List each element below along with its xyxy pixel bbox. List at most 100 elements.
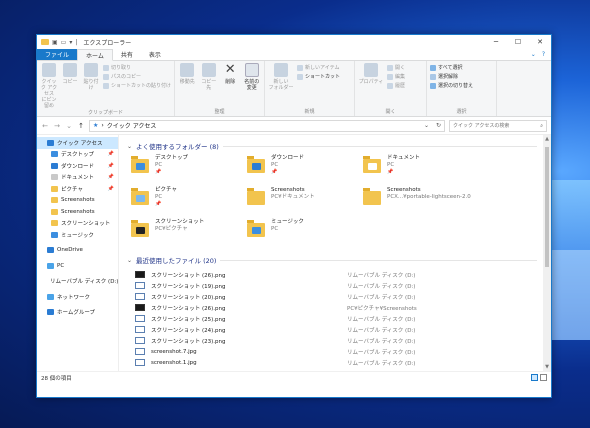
properties-icon[interactable]: ▣ xyxy=(52,39,58,46)
folder-tile[interactable]: ピクチャ PC 📌 xyxy=(131,187,247,215)
address-dropdown-icon[interactable]: ⌄ xyxy=(424,122,429,129)
frequent-folders-header[interactable]: ⌄ よく使用するフォルダー (8) xyxy=(127,141,551,151)
copy-button[interactable]: コピー xyxy=(61,63,79,109)
close-button[interactable]: ✕ xyxy=(529,38,551,46)
nav-item[interactable]: OneDrive xyxy=(37,245,118,257)
history-button[interactable]: 履歴 xyxy=(387,82,405,89)
recent-files-title: 最近使用したファイル (20) xyxy=(136,257,217,265)
scroll-down-icon[interactable]: ▼ xyxy=(543,364,551,370)
pin-quick-access-button[interactable]: クイック アクセス にピン留め xyxy=(40,63,58,109)
cut-button[interactable]: 切り取り xyxy=(103,64,171,71)
nav-item[interactable]: クイック アクセス xyxy=(37,137,118,149)
select-all-button[interactable]: すべて選択 xyxy=(430,64,473,71)
folder-tile[interactable]: Screenshots PCX...¥portable-lightsceen-2.… xyxy=(363,187,479,215)
paste-button[interactable]: 貼り付け xyxy=(82,63,100,109)
maximize-button[interactable]: ☐ xyxy=(507,38,529,46)
file-row[interactable]: スクリーンショット (26).png PC¥ピクチャ¥Screenshots xyxy=(135,302,551,313)
new-folder-icon[interactable]: ▭ xyxy=(61,39,67,46)
search-input[interactable]: クイック アクセスの検索 ⌕ xyxy=(449,119,547,132)
folder-tile[interactable]: スクリーンショット PC¥ピクチャ xyxy=(131,219,247,247)
forward-icon[interactable]: → xyxy=(53,122,61,130)
folder-tile[interactable]: ドキュメント PC 📌 xyxy=(363,155,479,183)
folder-location: PC xyxy=(155,162,163,168)
refresh-icon[interactable]: ↻ xyxy=(436,122,441,129)
details-view-icon[interactable] xyxy=(531,374,538,381)
shortcut-label: ショートカット xyxy=(305,74,341,80)
nav-item-label: ホームグループ xyxy=(57,310,96,317)
shortcut-button[interactable]: ショートカット xyxy=(297,73,340,80)
breadcrumb-chevron-icon[interactable]: › xyxy=(101,122,103,129)
chevron-down-icon[interactable]: ▾ xyxy=(69,39,72,46)
tab-home[interactable]: ホーム xyxy=(77,49,113,61)
file-row[interactable]: スクリーンショット (26).png リムーバブル ディスク (D:) xyxy=(135,269,551,280)
scroll-up-icon[interactable]: ▲ xyxy=(543,136,551,142)
rename-button[interactable]: 名前の 変更 xyxy=(243,63,262,108)
nav-item[interactable]: ミュージック xyxy=(37,229,118,241)
nav-item[interactable]: ピクチャ 📌 xyxy=(37,183,118,195)
file-location: PC¥ピクチャ¥Screenshots xyxy=(347,305,417,312)
recent-files-header[interactable]: ⌄ 最近使用したファイル (20) xyxy=(127,255,551,265)
scrollbar-thumb[interactable] xyxy=(545,147,549,267)
back-icon[interactable]: ← xyxy=(41,122,49,130)
chevron-down-icon[interactable]: ⌄ xyxy=(531,51,536,58)
nav-item[interactable]: ダウンロード 📌 xyxy=(37,160,118,172)
tab-file[interactable]: ファイル xyxy=(37,49,78,60)
file-row[interactable]: screenshot.7.jpg リムーバブル ディスク (D:) xyxy=(135,346,551,357)
file-row[interactable]: スクリーンショット (19).png リムーバブル ディスク (D:) xyxy=(135,280,551,291)
copy-path-button[interactable]: パスのコピー xyxy=(103,73,171,80)
properties-button[interactable]: プロパティ xyxy=(358,63,384,108)
folder-icon xyxy=(131,155,151,175)
nav-item[interactable]: Screenshots xyxy=(37,195,118,207)
paste-shortcut-button[interactable]: ショートカットの貼り付け xyxy=(103,82,171,89)
minimize-button[interactable]: ─ xyxy=(485,38,507,46)
nav-item[interactable]: ドキュメント 📌 xyxy=(37,172,118,184)
folder-tile[interactable]: ダウンロード PC 📌 xyxy=(247,155,363,183)
nav-item[interactable]: スクリーンショット xyxy=(37,218,118,230)
nav-item[interactable]: リムーバブル ディスク (D:) xyxy=(37,276,118,288)
collapse-chevron-icon[interactable]: ⌄ xyxy=(127,257,132,264)
title-bar[interactable]: ▣ ▭ ▾ | エクスプローラー ─ ☐ ✕ xyxy=(37,35,551,49)
nav-item-label: クイック アクセス xyxy=(57,140,103,147)
file-row[interactable]: screenshot.1.jpg リムーバブル ディスク (D:) xyxy=(135,357,551,368)
new-item-button[interactable]: 新しいアイテム xyxy=(297,64,340,71)
file-name: screenshot.1.jpg xyxy=(151,359,197,366)
invert-selection-button[interactable]: 選択の切り替え xyxy=(430,82,473,89)
up-icon[interactable]: ↑ xyxy=(77,122,85,130)
clipboard-group: クイック アクセス にピン留め コピー 貼り付け 切り取り パスのコピー ショー… xyxy=(37,61,175,116)
open-button[interactable]: 開く xyxy=(387,64,405,71)
large-icons-view-icon[interactable] xyxy=(540,374,547,381)
image-file-icon xyxy=(135,304,145,311)
nav-item[interactable]: PC xyxy=(37,260,118,272)
nav-item[interactable]: デスクトップ 📌 xyxy=(37,149,118,161)
collapse-chevron-icon[interactable]: ⌄ xyxy=(127,143,132,150)
nav-item[interactable]: ネットワーク xyxy=(37,291,118,303)
edit-button[interactable]: 編集 xyxy=(387,73,405,80)
folder-tile[interactable]: Screenshots PC¥ドキュメント xyxy=(247,187,363,215)
file-row[interactable]: スクリーンショット (24).png リムーバブル ディスク (D:) xyxy=(135,324,551,335)
folder-tile[interactable]: ミュージック PC xyxy=(247,219,363,247)
tab-view[interactable]: 表示 xyxy=(141,49,169,60)
file-row[interactable]: スクリーンショット (25).png リムーバブル ディスク (D:) xyxy=(135,313,551,324)
move-to-button[interactable]: 移動先 xyxy=(178,63,197,108)
file-row[interactable]: スクリーンショット (23).png リムーバブル ディスク (D:) xyxy=(135,335,551,346)
select-none-button[interactable]: 選択解除 xyxy=(430,73,473,80)
pin-icon: 📌 xyxy=(155,201,162,207)
folder-body xyxy=(363,188,381,205)
address-row: ← → ⌄ ↑ ★ › クイック アクセス ⌄ ↻ クイック アクセスの検索 ⌕ xyxy=(37,117,551,135)
nav-item[interactable]: ホームグループ xyxy=(37,307,118,319)
address-bar[interactable]: ★ › クイック アクセス ⌄ ↻ xyxy=(89,119,445,132)
vertical-scrollbar[interactable]: ▲ ▼ xyxy=(543,135,551,371)
file-row[interactable]: スクリーンショット (20).png リムーバブル ディスク (D:) xyxy=(135,291,551,302)
delete-button[interactable]: ✕ 削除 xyxy=(221,63,240,108)
help-icon[interactable]: ? xyxy=(542,51,545,58)
new-folder-button[interactable]: 新しい フォルダー xyxy=(268,63,294,108)
pin-icon: 📌 xyxy=(271,169,278,175)
recent-locations-icon[interactable]: ⌄ xyxy=(65,122,73,130)
tab-share[interactable]: 共有 xyxy=(113,49,141,60)
folder-tile[interactable]: デスクトップ PC 📌 xyxy=(131,155,247,183)
nav-item[interactable]: Screenshots xyxy=(37,206,118,218)
file-location: リムーバブル ディスク (D:) xyxy=(347,360,416,367)
image-file-icon xyxy=(135,348,145,355)
breadcrumb[interactable]: クイック アクセス xyxy=(107,121,157,130)
copy-to-button[interactable]: コピー先 xyxy=(200,63,219,108)
